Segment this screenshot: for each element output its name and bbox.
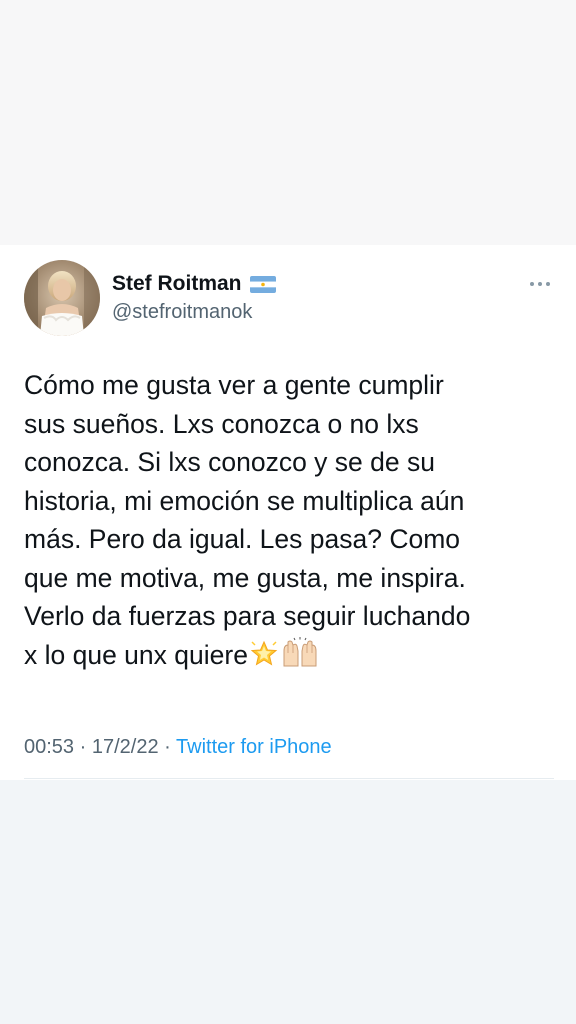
avatar[interactable] <box>24 260 100 336</box>
tweet-time[interactable]: 00:53 <box>24 736 74 758</box>
meta-separator: · <box>79 736 87 758</box>
tweet-text-line: Cómo me gusta ver a gente cumplir <box>24 370 444 400</box>
tweet-text-line: historia, mi emoción se multiplica aún <box>24 485 465 516</box>
tweet-text-last-line: x lo que unx quiere <box>24 636 564 678</box>
tweet-text: Cómo me gusta ver a gente cumplir sus su… <box>24 366 564 677</box>
author-name-row: Stef Roitman <box>112 272 276 296</box>
background-top <box>0 0 576 245</box>
author-handle[interactable]: @stefroitmanok <box>112 301 252 324</box>
tweet-meta: 00:53 · 17/2/22 · Twitter for iPhone <box>24 736 332 759</box>
more-options-button[interactable] <box>523 272 557 296</box>
tweet-text-line: más. Pero da igual. Les pasa? Como <box>24 524 461 554</box>
more-dots-icon <box>530 282 550 286</box>
tweet-text-line: x lo que unx quiere <box>24 639 248 670</box>
argentina-flag-icon <box>249 275 276 293</box>
tweet-text-line: conozca. Si lxs conozco y se de su <box>24 447 435 477</box>
background-bottom <box>0 780 576 1024</box>
tweet-text-line: sus sueños. Lxs conozca o no lxs <box>24 408 419 439</box>
tweet-text-line: que me motiva, me gusta, me inspira. <box>24 562 466 593</box>
tweet-text-line: Verlo da fuerzas para seguir luchando <box>24 601 471 631</box>
divider <box>24 778 554 779</box>
tweet-date[interactable]: 17/2/22 <box>92 736 159 758</box>
glowing-star-icon <box>249 639 279 678</box>
raising-hands-icon <box>280 636 320 678</box>
avatar-photo <box>24 260 100 336</box>
tweet-source-link[interactable]: Twitter for iPhone <box>176 736 332 758</box>
author-name[interactable]: Stef Roitman <box>112 272 242 296</box>
meta-separator: · <box>164 736 171 758</box>
